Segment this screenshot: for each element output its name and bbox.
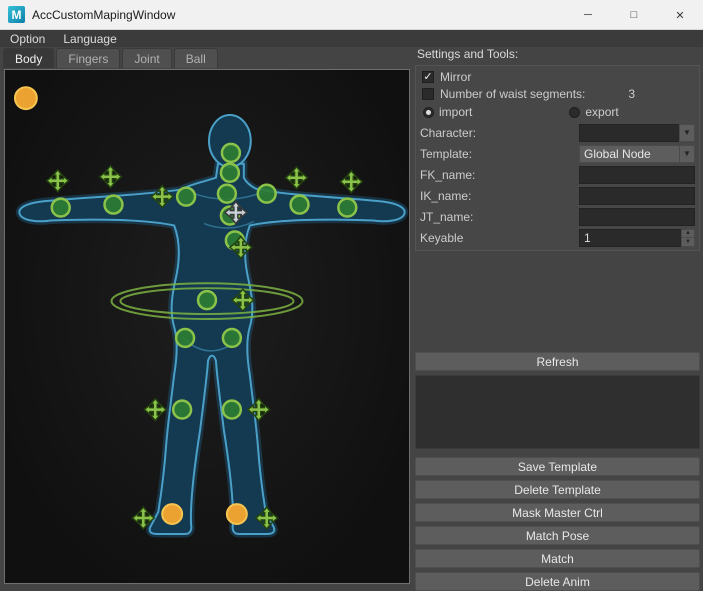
export-radio[interactable]: [569, 106, 581, 118]
menu-language[interactable]: Language: [63, 32, 116, 46]
ik-name-label: IK_name:: [420, 188, 472, 203]
joint-marker[interactable]: [220, 142, 242, 164]
body-canvas-svg: [13, 86, 409, 538]
tab-body[interactable]: Body: [3, 48, 55, 68]
action-buttons: Save Template Delete Template Mask Maste…: [415, 457, 700, 591]
joint-marker[interactable]: [175, 186, 197, 207]
joint-marker[interactable]: [337, 197, 358, 218]
template-dropdown[interactable]: Global Node ▼: [579, 144, 695, 163]
tab-bar: Body Fingers Joint Ball: [0, 47, 412, 68]
fk-name-row: FK_name:: [420, 164, 695, 185]
mirror-row: ✓ Mirror: [420, 69, 695, 85]
maximize-button[interactable]: □: [611, 0, 657, 30]
delete-anim-button[interactable]: Delete Anim: [415, 572, 700, 591]
jt-name-label: JT_name:: [420, 209, 474, 224]
body-silhouette: [15, 114, 409, 538]
menu-option[interactable]: Option: [10, 32, 45, 46]
joint-marker[interactable]: [221, 399, 243, 420]
settings-group: ✓ Mirror ✓ Number of waist segments: 3 i…: [415, 65, 700, 251]
joint-marker[interactable]: [171, 399, 193, 420]
template-dropdown-value: Global Node: [579, 144, 679, 163]
spin-up-icon[interactable]: ▲: [681, 228, 695, 238]
match-pose-button[interactable]: Match Pose: [415, 526, 700, 545]
import-export-row: import export: [420, 103, 695, 121]
refresh-button[interactable]: Refresh: [415, 352, 700, 371]
settings-header: Settings and Tools:: [417, 47, 519, 61]
joint-marker[interactable]: [289, 194, 310, 215]
body-mapping-canvas[interactable]: [4, 69, 410, 584]
tab-joint[interactable]: Joint: [122, 48, 172, 68]
ik-name-input[interactable]: [579, 186, 695, 205]
keyable-input[interactable]: [579, 228, 681, 247]
keyable-spin-buttons: ▲ ▼: [681, 228, 695, 247]
keyable-row: Keyable ▲ ▼: [420, 227, 695, 248]
window-controls: ─ □ ✕: [565, 0, 703, 30]
joint-marker[interactable]: [196, 289, 218, 311]
waist-segments-checkbox[interactable]: ✓: [422, 88, 434, 100]
chevron-down-icon[interactable]: ▼: [679, 144, 695, 163]
close-button[interactable]: ✕: [657, 0, 703, 30]
spin-down-icon[interactable]: ▼: [681, 238, 695, 247]
template-row: Template: Global Node ▼: [420, 143, 695, 164]
character-label: Character:: [420, 125, 477, 140]
waist-segments-row: ✓ Number of waist segments: 3: [420, 86, 695, 102]
jt-name-input[interactable]: [579, 207, 695, 226]
keyable-spinner: ▲ ▼: [579, 228, 695, 247]
fk-name-input[interactable]: [579, 165, 695, 184]
template-list[interactable]: [415, 375, 700, 449]
save-template-button[interactable]: Save Template: [415, 457, 700, 476]
joint-marker[interactable]: [50, 197, 71, 218]
joint-marker[interactable]: [216, 183, 238, 204]
corner-marker[interactable]: [13, 86, 38, 111]
mirror-label: Mirror: [440, 70, 472, 84]
joint-marker[interactable]: [103, 194, 124, 215]
move-cross-icon[interactable]: [284, 165, 309, 190]
mask-master-ctrl-button[interactable]: Mask Master Ctrl: [415, 503, 700, 522]
settings-panel: Settings and Tools: ✓ Mirror ✓ Number of…: [415, 47, 700, 591]
import-radio[interactable]: [423, 106, 434, 118]
character-dropdown-value: [579, 123, 679, 142]
move-cross-icon[interactable]: [143, 397, 168, 422]
waist-segments-value: 3: [628, 87, 635, 101]
menu-bar: Option Language: [0, 30, 703, 47]
title-bar: M AccCustomMapingWindow ─ □ ✕: [0, 0, 703, 30]
app-window: M AccCustomMapingWindow ─ □ ✕ Option Lan…: [0, 0, 703, 591]
waist-segments-label: Number of waist segments:: [440, 87, 586, 101]
maya-app-icon: M: [8, 6, 25, 23]
delete-template-button[interactable]: Delete Template: [415, 480, 700, 499]
window-title: AccCustomMapingWindow: [32, 7, 176, 22]
joint-marker[interactable]: [256, 183, 277, 204]
match-button[interactable]: Match: [415, 549, 700, 568]
template-label: Template:: [420, 146, 473, 161]
chevron-down-icon[interactable]: ▼: [679, 123, 695, 142]
ik-name-row: IK_name:: [420, 185, 695, 206]
import-label: import: [439, 105, 473, 119]
jt-name-row: JT_name:: [420, 206, 695, 227]
joint-marker[interactable]: [219, 162, 241, 183]
fk-name-label: FK_name:: [420, 167, 476, 182]
joint-marker[interactable]: [174, 327, 196, 349]
joint-marker[interactable]: [221, 327, 243, 349]
mirror-checkbox[interactable]: ✓: [422, 71, 434, 83]
character-dropdown[interactable]: ▼: [579, 123, 695, 142]
move-cross-icon[interactable]: [45, 168, 70, 193]
character-row: Character: ▼: [420, 122, 695, 143]
tab-fingers[interactable]: Fingers: [56, 48, 121, 68]
foot-joint-marker[interactable]: [225, 503, 248, 526]
move-cross-icon[interactable]: [98, 164, 123, 189]
foot-joint-marker[interactable]: [161, 503, 184, 526]
tab-ball[interactable]: Ball: [173, 48, 218, 68]
keyable-label: Keyable: [420, 230, 464, 245]
check-icon: ✓: [423, 71, 433, 83]
export-label: export: [585, 105, 619, 119]
minimize-button[interactable]: ─: [565, 0, 611, 30]
move-cross-icon[interactable]: [339, 169, 364, 194]
